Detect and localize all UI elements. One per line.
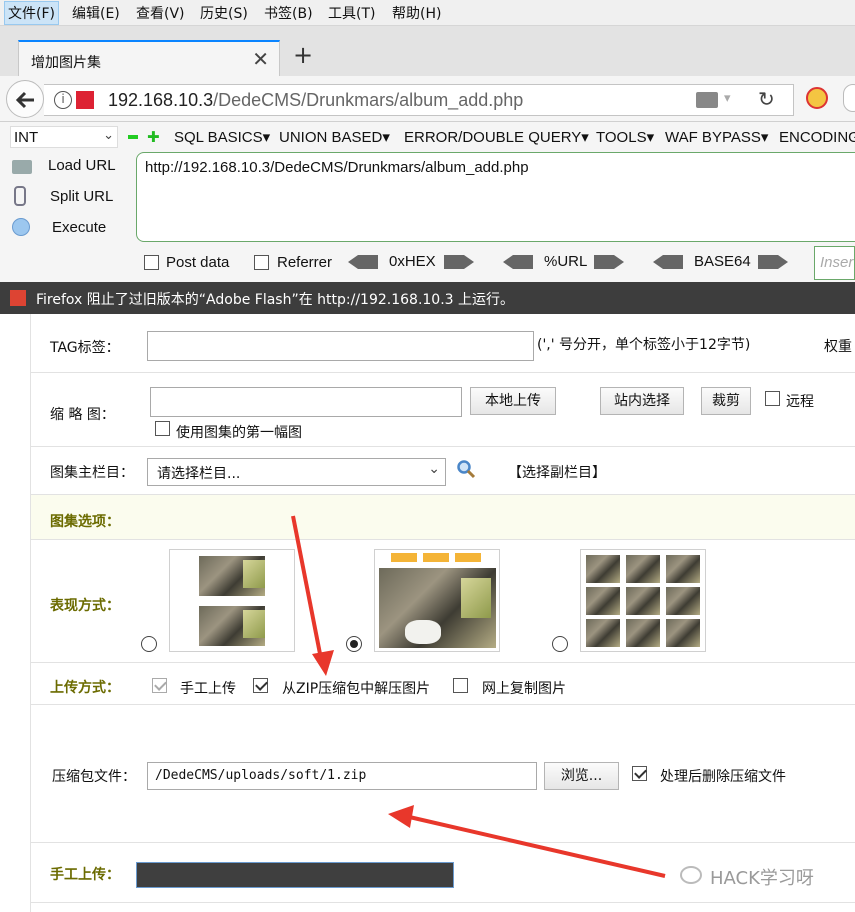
sql-basics-menu[interactable]: SQL BASICS▾ bbox=[174, 128, 270, 146]
menu-bookmarks[interactable]: 书签(B) bbox=[262, 3, 315, 23]
wechat-icon bbox=[680, 866, 702, 884]
tools-menu[interactable]: TOOLS▾ bbox=[596, 128, 654, 146]
annotation-arrowhead-up bbox=[312, 650, 334, 676]
base64-label: BASE64 bbox=[694, 253, 751, 270]
insert-input[interactable]: Inser bbox=[814, 246, 855, 280]
info-icon[interactable]: i bbox=[54, 91, 72, 109]
watermark-text: HACK学习呀 bbox=[710, 868, 814, 889]
hex-decode-arrow-icon[interactable] bbox=[348, 255, 378, 269]
addon-block-icon[interactable] bbox=[806, 87, 828, 109]
tab-active[interactable]: 增加图片集 ✕ bbox=[18, 40, 280, 76]
post-data-checkbox[interactable] bbox=[144, 254, 159, 270]
close-icon[interactable]: ✕ bbox=[252, 47, 269, 71]
referrer-checkbox[interactable] bbox=[254, 254, 269, 270]
menu-history[interactable]: 历史(S) bbox=[198, 3, 250, 23]
plus-icon[interactable]: ✚ bbox=[147, 128, 160, 146]
hex-label: 0xHEX bbox=[389, 253, 436, 270]
flash-plugin-icon bbox=[10, 290, 26, 306]
int-select-value: INT bbox=[14, 129, 39, 146]
encoding-menu[interactable]: ENCODING▾ bbox=[779, 128, 855, 146]
flash-message: Firefox 阻止了过旧版本的“Adobe Flash”在 http://19… bbox=[36, 292, 515, 308]
waf-bypass-menu[interactable]: WAF BYPASS▾ bbox=[665, 128, 768, 146]
tab-title: 增加图片集 bbox=[31, 55, 101, 71]
menu-help[interactable]: 帮助(H) bbox=[390, 3, 443, 23]
back-arrow-icon bbox=[15, 91, 34, 109]
tab-strip: 增加图片集 ✕ + bbox=[0, 26, 855, 76]
post-data-label: Post data bbox=[166, 254, 230, 271]
chevron-down-icon[interactable]: ▾ bbox=[724, 91, 731, 106]
menu-edit[interactable]: 编辑(E) bbox=[70, 3, 122, 23]
referrer-label: Referrer bbox=[277, 254, 333, 271]
hackbar: INT ⌄ ✚ SQL BASICS▾ UNION BASED▾ ERROR/D… bbox=[0, 122, 855, 282]
url-decode-arrow-icon[interactable] bbox=[503, 255, 533, 269]
annotation-arrowhead-left bbox=[388, 805, 414, 828]
load-url-button[interactable]: Load URL bbox=[48, 157, 116, 174]
int-select[interactable]: INT ⌄ bbox=[10, 126, 118, 148]
menu-view[interactable]: 查看(V) bbox=[134, 3, 187, 23]
page-content: TAG标签： (',' 号分开，单个标签小于12字节) 权重 缩 略 图： 本地… bbox=[0, 314, 855, 912]
error-double-query-menu[interactable]: ERROR/DOUBLE QUERY▾ bbox=[404, 128, 589, 146]
flash-notification-bar: Firefox 阻止了过旧版本的“Adobe Flash”在 http://19… bbox=[0, 282, 855, 314]
reader-view-icon[interactable] bbox=[696, 92, 718, 108]
flash-blocked-icon[interactable] bbox=[76, 91, 94, 109]
url-bar[interactable]: i 192.168.10.3/DedeCMS/Drunkmars/album_a… bbox=[44, 84, 794, 116]
annotation-arrow-left bbox=[404, 814, 666, 878]
annotation-arrows bbox=[291, 515, 666, 878]
base64-decode-arrow-icon[interactable] bbox=[653, 255, 683, 269]
execute-button[interactable]: Execute bbox=[52, 219, 106, 236]
split-url-button[interactable]: Split URL bbox=[50, 188, 113, 205]
menu-file[interactable]: 文件(F) bbox=[4, 1, 59, 25]
url-text: 192.168.10.3/DedeCMS/Drunkmars/album_add… bbox=[108, 90, 524, 110]
base64-encode-arrow-icon[interactable] bbox=[758, 255, 788, 269]
chevron-down-icon: ⌄ bbox=[103, 128, 114, 143]
load-url-icon bbox=[12, 160, 32, 174]
insert-placeholder: Inser bbox=[820, 254, 854, 271]
union-based-menu[interactable]: UNION BASED▾ bbox=[279, 128, 390, 146]
minus-icon[interactable] bbox=[128, 135, 138, 139]
overflow-icon[interactable] bbox=[843, 84, 855, 112]
url-encode-arrow-icon[interactable] bbox=[594, 255, 624, 269]
new-tab-icon[interactable]: + bbox=[293, 41, 313, 69]
split-url-icon bbox=[14, 186, 26, 206]
reload-icon[interactable]: ↻ bbox=[758, 87, 775, 111]
execute-icon bbox=[12, 218, 30, 236]
urlenc-label: %URL bbox=[544, 253, 588, 270]
menu-tools[interactable]: 工具(T) bbox=[326, 3, 377, 23]
menu-bar: 文件(F) 编辑(E) 查看(V) 历史(S) 书签(B) 工具(T) 帮助(H… bbox=[0, 0, 855, 26]
back-button[interactable] bbox=[6, 80, 44, 118]
url-textarea[interactable]: http://192.168.10.3/DedeCMS/Drunkmars/al… bbox=[136, 152, 855, 242]
navigation-bar: i 192.168.10.3/DedeCMS/Drunkmars/album_a… bbox=[0, 76, 855, 122]
annotation-arrow-up bbox=[291, 515, 324, 665]
hex-encode-arrow-icon[interactable] bbox=[444, 255, 474, 269]
